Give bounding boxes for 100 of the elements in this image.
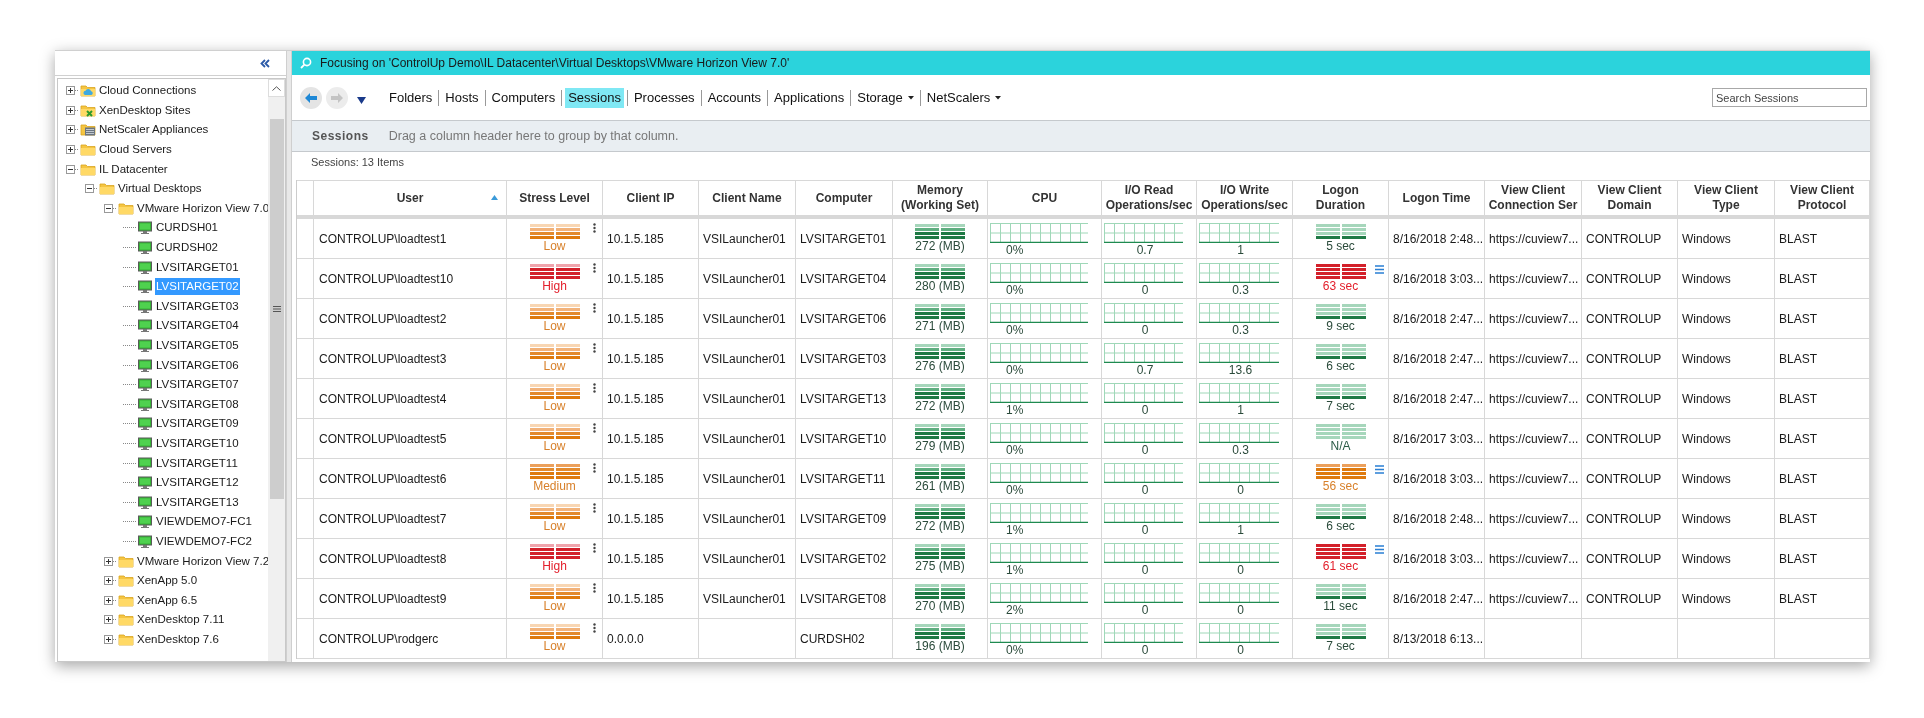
computer-icon — [137, 533, 153, 549]
memory-bars — [915, 423, 965, 439]
tree-item[interactable]: XenApp 6.5 — [136, 591, 199, 609]
nav-tab[interactable]: Hosts — [442, 87, 482, 108]
expand-node-icon[interactable] — [104, 615, 117, 625]
search-field[interactable]: Search Sessions — [1712, 88, 1867, 107]
tree-item[interactable]: LVSITARGET09 — [155, 415, 240, 433]
tree-item[interactable]: LVSITARGET05 — [155, 337, 240, 354]
column-header[interactable]: View Client Protocol — [1775, 181, 1870, 215]
expand-node-icon[interactable] — [104, 634, 117, 644]
tree-item[interactable]: XenDesktop Sites — [98, 101, 192, 119]
more-options-icon[interactable] — [593, 303, 596, 313]
history-dropdown-icon[interactable] — [357, 97, 366, 104]
nav-tab[interactable]: Applications — [771, 87, 848, 108]
tree-item[interactable]: XenApp 5.0 — [136, 572, 199, 590]
expand-node-icon[interactable] — [104, 595, 117, 605]
tree-item[interactable]: LVSITARGET01 — [155, 258, 240, 276]
column-header[interactable]: Logon Duration — [1293, 181, 1389, 215]
column-header[interactable]: View Client Domain — [1582, 181, 1678, 215]
more-options-icon[interactable] — [593, 463, 596, 473]
tree-item[interactable]: VMware Horizon View 7.2 — [136, 552, 268, 570]
tree-item[interactable]: Cloud Connections — [98, 82, 198, 100]
column-header[interactable]: Computer — [796, 181, 893, 215]
memory-value: 270 (MB) — [915, 598, 965, 614]
tree-item[interactable]: LVSITARGET03 — [155, 297, 240, 315]
tree-item[interactable]: NetScaler Appliances — [98, 121, 210, 139]
nav-tab[interactable]: Sessions — [565, 87, 624, 108]
expand-node-icon[interactable] — [66, 125, 79, 135]
more-options-icon[interactable] — [593, 343, 596, 353]
more-options-icon[interactable] — [593, 383, 596, 393]
nav-tab[interactable]: Processes — [630, 87, 698, 108]
nav-tab[interactable]: Computers — [488, 87, 559, 108]
more-options-icon[interactable] — [593, 423, 596, 433]
nav-tab[interactable]: NetScalers — [923, 87, 1005, 108]
expand-node-icon[interactable] — [104, 556, 117, 566]
metric-value: 0% — [1005, 482, 1025, 498]
back-button[interactable] — [300, 86, 322, 109]
column-header[interactable]: CPU — [988, 181, 1102, 215]
details-icon[interactable] — [1375, 265, 1384, 274]
tree-item[interactable]: IL Datacenter — [98, 160, 169, 178]
tree-item[interactable]: LVSITARGET10 — [155, 435, 240, 452]
tree-item[interactable]: LVSITARGET07 — [155, 376, 240, 394]
column-header[interactable]: View Client Connection Ser — [1485, 181, 1582, 215]
more-options-icon[interactable] — [593, 543, 596, 553]
tree-item[interactable]: CURDSH01 — [155, 219, 219, 237]
more-options-icon[interactable] — [593, 623, 596, 633]
column-header[interactable]: Logon Time — [1389, 181, 1485, 215]
tree-item[interactable]: VMware Horizon View 7.0 — [136, 199, 268, 217]
more-options-icon[interactable] — [593, 583, 596, 593]
tree-item[interactable]: LVSITARGET13 — [155, 493, 240, 511]
tree-item[interactable]: LVSITARGET04 — [155, 317, 240, 335]
tree-item[interactable]: CURDSH02 — [155, 239, 219, 257]
scrollbar[interactable] — [268, 79, 285, 661]
details-icon[interactable] — [1375, 545, 1384, 554]
expand-node-icon[interactable] — [104, 576, 117, 586]
tree-item[interactable]: XenDesktop 7.6 — [136, 630, 220, 648]
expand-node-icon[interactable] — [66, 145, 79, 155]
collapse-node-icon[interactable] — [66, 164, 79, 174]
tree-item[interactable]: LVSITARGET06 — [155, 356, 240, 374]
table-cell-text: https://cuview7... — [1489, 390, 1579, 408]
stress-label: Low — [543, 358, 566, 374]
more-options-icon[interactable] — [593, 503, 596, 513]
collapse-node-icon[interactable] — [104, 203, 117, 213]
expand-node-icon[interactable] — [66, 86, 79, 96]
table-cell-text: BLAST — [1779, 590, 1817, 608]
scroll-thumb[interactable] — [269, 119, 284, 499]
collapse-node-icon[interactable] — [85, 184, 98, 194]
folder-icon — [99, 181, 115, 197]
more-options-icon[interactable] — [593, 263, 596, 273]
table-cell-text: 10.1.5.185 — [607, 470, 664, 488]
table-cell-text: 0.0.0.0 — [607, 630, 644, 648]
tree-item[interactable]: VIEWDEMO7-FC2 — [155, 532, 253, 550]
table-cell-text: CONTROLUP — [1586, 430, 1662, 448]
nav-tab[interactable]: Folders — [386, 87, 436, 108]
nav-tab[interactable]: Storage — [854, 87, 917, 108]
column-header[interactable]: Memory (Working Set) — [893, 181, 988, 215]
more-options-icon[interactable] — [593, 223, 596, 233]
tree-item[interactable]: VIEWDEMO7-FC1 — [155, 513, 253, 531]
nav-tab[interactable]: Accounts — [704, 87, 765, 108]
column-header[interactable]: I/O Write Operations/sec — [1197, 181, 1293, 215]
tree-item[interactable]: LVSITARGET12 — [155, 474, 240, 492]
column-header[interactable]: User — [314, 181, 507, 215]
column-header[interactable]: Client IP — [603, 181, 699, 215]
expand-node-icon[interactable] — [66, 105, 79, 115]
table-cell-text: 8/16/2018 2:47... — [1393, 310, 1484, 328]
column-header[interactable]: I/O Read Operations/sec — [1102, 181, 1197, 215]
tree-item[interactable]: LVSITARGET08 — [155, 395, 240, 413]
column-header[interactable]: Stress Level — [507, 181, 603, 215]
memory-value: 261 (MB) — [915, 478, 965, 494]
tree-item[interactable]: Virtual Desktops — [117, 180, 203, 198]
metric-value: 0 — [1140, 402, 1150, 418]
tree-item[interactable]: XenDesktop 7.11 — [136, 611, 226, 629]
collapse-icon[interactable] — [260, 58, 270, 68]
details-icon[interactable] — [1375, 465, 1384, 474]
tree-item[interactable]: Cloud Servers — [98, 141, 173, 159]
scroll-up-icon[interactable] — [272, 85, 281, 91]
table-cell-text: 8/16/2018 2:47... — [1393, 350, 1484, 368]
tree-item[interactable]: LVSITARGET11 — [155, 454, 239, 472]
column-header[interactable]: Client Name — [699, 181, 796, 215]
column-header[interactable]: View Client Type — [1678, 181, 1775, 215]
